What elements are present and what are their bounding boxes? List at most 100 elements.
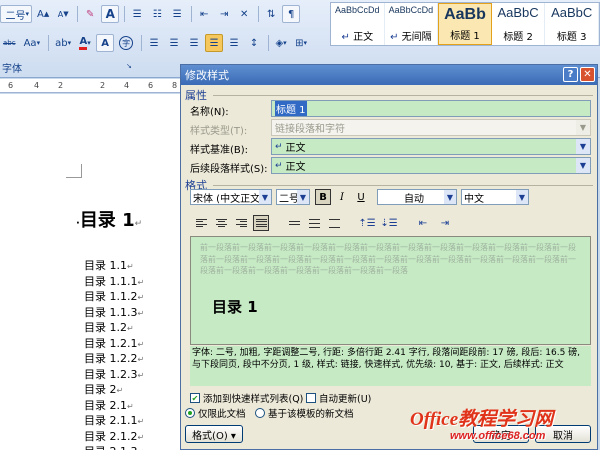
change-case-button[interactable]: Aa ▾ bbox=[21, 34, 43, 52]
name-field[interactable]: 标题 1 bbox=[271, 100, 591, 117]
numbering-button[interactable]: ☷ bbox=[148, 5, 166, 23]
enclose-char-button[interactable]: 字 bbox=[116, 34, 136, 52]
only-this-doc-label: 仅限此文档 bbox=[198, 409, 246, 420]
font-name-dropdown[interactable]: 宋体 (中文正文) ▼ bbox=[190, 189, 272, 205]
highlight-button[interactable]: ab ▾ bbox=[52, 34, 74, 52]
align-center-button[interactable] bbox=[213, 215, 229, 231]
align-left-button[interactable]: ☰ bbox=[145, 34, 163, 52]
outdent-icon: ⇤ bbox=[200, 8, 209, 20]
space-before-button[interactable]: ⇡☰ bbox=[358, 215, 375, 231]
sort-button[interactable]: ⇅ bbox=[262, 5, 280, 23]
align-left-icon bbox=[195, 218, 207, 228]
align-left-button[interactable] bbox=[193, 215, 209, 231]
toc-item-text: 目录 1.2 bbox=[84, 321, 127, 334]
dialog-titlebar[interactable]: 修改样式 bbox=[181, 65, 597, 85]
strikethrough-button[interactable]: abc bbox=[0, 34, 19, 52]
toc-item[interactable]: 目录 1.2↵ bbox=[84, 319, 144, 335]
format-menu-button[interactable]: 格式(O) ▾ bbox=[185, 425, 243, 443]
line-spacing-button[interactable]: ↕ bbox=[245, 34, 263, 52]
close-button[interactable]: ✕ bbox=[580, 67, 595, 82]
toc-item[interactable]: 目录 1.1↵ bbox=[84, 257, 144, 273]
toc-item[interactable]: 目录 1.2.1↵ bbox=[84, 335, 144, 351]
chevron-down-icon: ▾ bbox=[303, 39, 308, 47]
font-color-button[interactable]: A ▾ bbox=[76, 34, 94, 52]
toc-item[interactable]: 目录 2.1.3↵ bbox=[84, 443, 144, 450]
based-on-dropdown[interactable]: ↵ 正文 ▼ bbox=[271, 138, 591, 155]
paragraph-mark-icon: ↵ bbox=[127, 401, 134, 411]
chevron-down-icon: ▼ bbox=[259, 190, 271, 204]
toc-item[interactable]: 目录 2.1.2↵ bbox=[84, 428, 144, 444]
chevron-down-icon: ▼ bbox=[297, 190, 309, 204]
align-right-button[interactable] bbox=[233, 215, 249, 231]
borders-button[interactable]: ⊞ ▾ bbox=[292, 34, 310, 52]
space-after-button[interactable]: ⇣☰ bbox=[380, 215, 397, 231]
chevron-down-icon: ▼ bbox=[576, 139, 590, 154]
separator bbox=[268, 35, 270, 51]
char-shading-button[interactable]: A bbox=[96, 34, 115, 52]
only-this-doc-radio[interactable]: 仅限此文档 bbox=[185, 406, 246, 420]
next-style-dropdown[interactable]: ↵ 正文 ▼ bbox=[271, 157, 591, 174]
clear-format-button[interactable]: ✎ bbox=[81, 5, 99, 23]
decrease-indent-button[interactable]: ⇤ bbox=[415, 215, 431, 231]
toc-item-text: 目录 2.1.3 bbox=[84, 445, 138, 450]
italic-button[interactable]: I bbox=[334, 189, 350, 205]
help-button[interactable]: ? bbox=[563, 67, 578, 82]
shading-button[interactable]: ◈ ▾ bbox=[272, 34, 290, 52]
multilevel-list-button[interactable]: ☰ bbox=[168, 5, 186, 23]
toc-item[interactable]: 目录 1.1.3↵ bbox=[84, 304, 144, 320]
style-type-dropdown[interactable]: 链接段落和字符 ▼ bbox=[271, 119, 591, 136]
strikethrough-label: abc bbox=[3, 39, 16, 47]
toc-item[interactable]: 目录 2.1↵ bbox=[84, 397, 144, 413]
font-color-dropdown[interactable]: 自动 ▼ bbox=[377, 189, 457, 205]
distribute-button[interactable]: ☰ bbox=[225, 34, 243, 52]
style-tile[interactable]: AaBb 标题 1 bbox=[438, 3, 492, 45]
auto-update-checkbox[interactable]: 自动更新(U) bbox=[306, 391, 371, 405]
bullets-button[interactable]: ☰ bbox=[128, 5, 146, 23]
toc-item[interactable]: 目录 2.1.1↵ bbox=[84, 412, 144, 428]
align-center-button[interactable]: ☰ bbox=[165, 34, 183, 52]
grow-font-button[interactable]: A ▲ bbox=[34, 5, 52, 23]
single-spacing-button[interactable] bbox=[286, 215, 302, 231]
toc-item[interactable]: 目录 1.2.3↵ bbox=[84, 366, 144, 382]
style-tile[interactable]: AaBbCcDd ↵ 正文 bbox=[331, 3, 385, 45]
style-tile[interactable]: AaBbC 标题 2 bbox=[492, 3, 546, 45]
style-tile[interactable]: AaBbC 标题 3 bbox=[545, 3, 599, 45]
toc-item[interactable]: 目录 1.1.2↵ bbox=[84, 288, 144, 304]
indent-icon: ⇥ bbox=[440, 217, 450, 229]
language-dropdown[interactable]: 中文 ▼ bbox=[461, 189, 529, 205]
style-name: ↵ 无间隔 bbox=[390, 28, 432, 43]
font-color-label: A bbox=[79, 36, 88, 50]
language-value: 中文 bbox=[464, 193, 484, 205]
bold-button[interactable]: B bbox=[315, 189, 331, 205]
double-spacing-button[interactable] bbox=[326, 215, 342, 231]
new-docs-template-label: 基于该模板的新文档 bbox=[268, 409, 354, 420]
font-size-dropdown[interactable]: 二号 ▼ bbox=[276, 189, 310, 205]
underline-button[interactable]: U bbox=[353, 189, 369, 205]
toc-item[interactable]: 目录 1.2.2↵ bbox=[84, 350, 144, 366]
one-half-spacing-button[interactable] bbox=[306, 215, 322, 231]
paragraph-mark-icon: ↵ bbox=[137, 308, 145, 318]
horizontal-ruler[interactable]: 6 4 2 2 4 6 8 bbox=[0, 79, 180, 93]
show-marks-button[interactable]: ¶ bbox=[282, 5, 301, 23]
style-tile[interactable]: AaBbCcDd ↵ 无间隔 bbox=[385, 3, 439, 45]
decrease-indent-button[interactable]: ⇤ bbox=[195, 5, 213, 23]
document-page[interactable]: ·目录 1↵ 目录 1.1↵ 目录 1.1.1↵ 目录 1.1.2↵ 目录 1.1.3… bbox=[0, 94, 180, 450]
font-dialog-launcher-icon[interactable]: ↘ bbox=[126, 62, 132, 70]
toc-item[interactable]: 目录 1.1.1↵ bbox=[84, 273, 144, 289]
ruler-number: 8 bbox=[172, 81, 178, 90]
increase-indent-button[interactable]: ⇥ bbox=[215, 5, 233, 23]
watermark-logo: Office教程学习网 bbox=[410, 409, 554, 430]
add-to-quick-styles-checkbox[interactable]: ✔ 添加到快速样式列表(Q) bbox=[190, 391, 303, 405]
increase-indent-button[interactable]: ⇥ bbox=[437, 215, 453, 231]
new-docs-template-radio[interactable]: 基于该模板的新文档 bbox=[255, 406, 354, 420]
justify-button[interactable]: ☰ bbox=[205, 34, 224, 52]
shrink-font-button[interactable]: A ▼ bbox=[54, 5, 72, 23]
style-name: 标题 2 bbox=[503, 28, 533, 43]
justify-button[interactable] bbox=[253, 215, 269, 231]
align-right-button[interactable]: ☰ bbox=[185, 34, 203, 52]
toc-item[interactable]: 目录 2↵ bbox=[84, 381, 144, 397]
document-heading[interactable]: ·目录 1↵ bbox=[76, 206, 142, 232]
char-border-button[interactable]: A bbox=[101, 5, 120, 23]
chinese-layout-button[interactable]: ✕ bbox=[235, 5, 253, 23]
font-size-dropdown[interactable]: 二号 ▾ bbox=[0, 5, 32, 23]
